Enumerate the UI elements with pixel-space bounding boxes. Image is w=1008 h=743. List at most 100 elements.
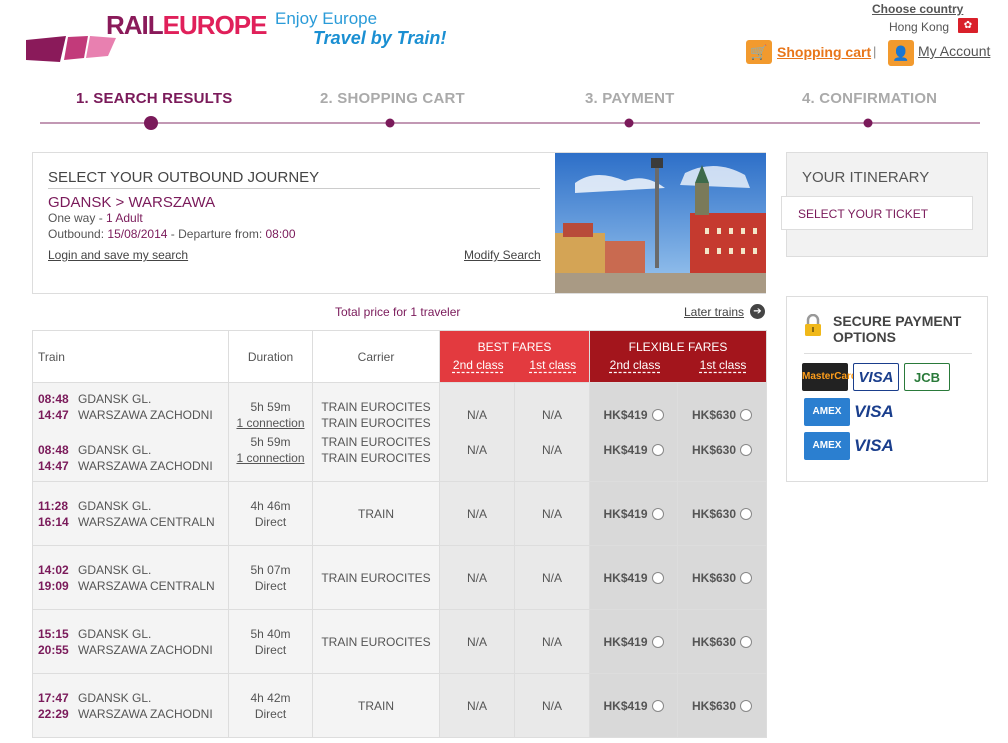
- shopping-cart-icon[interactable]: 🛒: [746, 40, 772, 64]
- carrier-cell: TRAIN EUROCITES: [312, 545, 440, 610]
- arr-station: WARSZAWA ZACHODNI: [78, 706, 213, 721]
- flex-2nd-cell: HK$419: [589, 545, 679, 610]
- choose-country-link[interactable]: Choose country: [872, 2, 963, 16]
- fare-price: HK$630: [692, 407, 737, 422]
- fare-radio[interactable]: [740, 636, 753, 649]
- arr-station: WARSZAWA CENTRALN: [78, 578, 215, 593]
- flex-1st-class: 1st class: [699, 358, 747, 372]
- carrier: TRAIN: [358, 698, 394, 713]
- step-shopping-cart: 2. SHOPPING CART: [320, 90, 465, 107]
- fare-price: HK$630: [692, 634, 737, 649]
- table-row[interactable]: 15:15 GDANSK GL. 20:55 WARSZAWA ZACHODNI 5…: [32, 609, 768, 674]
- fare-radio[interactable]: [740, 444, 753, 457]
- table-row[interactable]: 14:02 GDANSK GL. 19:09 WARSZAWA CENTRALN 5…: [32, 545, 768, 610]
- fare-radio[interactable]: [651, 508, 664, 521]
- hong-kong-flag-icon[interactable]: ✿: [958, 18, 978, 33]
- carrier: TRAIN EUROCITES: [321, 570, 431, 585]
- connections: Direct: [254, 514, 287, 529]
- fare-radio[interactable]: [740, 508, 753, 521]
- duration: 5h 59m: [250, 434, 291, 449]
- dep-station: GDANSK GL.: [78, 442, 152, 457]
- arrow-right-icon[interactable]: ➔: [750, 304, 765, 319]
- flex-1st-cell: HK$630: [677, 673, 768, 738]
- dep-station: GDANSK GL.: [78, 498, 152, 513]
- fare-price: HK$419: [603, 506, 648, 521]
- best-fares-title: BEST FARES: [477, 340, 552, 354]
- flex-1st-cell: HK$630: [677, 481, 768, 546]
- carrier-cell: TRAIN EUROCITES TRAIN EUROCITES TRAIN EU…: [312, 382, 440, 482]
- best-2nd-cell: N/A N/A: [439, 382, 515, 482]
- flex-1st-cell: HK$630: [677, 545, 768, 610]
- modify-search-link[interactable]: Modify Search: [464, 248, 541, 262]
- best-2nd-cell: N/A: [439, 481, 515, 546]
- fare-price: HK$419: [603, 407, 648, 422]
- arr-time: 16:14: [38, 514, 69, 529]
- passengers: 1 Adult: [106, 211, 143, 225]
- secure-title-line2: OPTIONS: [833, 329, 897, 345]
- tagline-enjoy: Enjoy Europe: [275, 9, 378, 28]
- itinerary-panel: YOUR ITINERARY SELECT YOUR TICKET: [781, 152, 988, 257]
- best-2nd-cell: N/A: [439, 545, 515, 610]
- carrier: TRAIN EUROCITES: [321, 634, 431, 649]
- col-flexible-fares: FLEXIBLE FARES 2nd class 1st class: [589, 330, 768, 383]
- fare-radio[interactable]: [651, 572, 664, 585]
- progress-bar: [40, 116, 980, 130]
- outbound-label: Outbound:: [48, 227, 108, 241]
- fare-radio[interactable]: [651, 636, 664, 649]
- col-train: Train: [32, 330, 229, 383]
- dep-station: GDANSK GL.: [78, 391, 152, 406]
- table-row[interactable]: 17:47 GDANSK GL. 22:29 WARSZAWA ZACHODNI 4…: [32, 673, 768, 738]
- shopping-cart-link[interactable]: Shopping cart: [777, 44, 871, 60]
- fare-price: HK$419: [603, 570, 648, 585]
- connection-link[interactable]: 1 connection: [229, 450, 312, 466]
- amex-icon: AMEX: [804, 432, 850, 460]
- raileurope-logo[interactable]: RAILEUROPE: [26, 10, 267, 62]
- account-icon[interactable]: 👤: [888, 40, 914, 66]
- outbound-journey-panel: SELECT YOUR OUTBOUND JOURNEY GDANSK > WA…: [32, 152, 766, 294]
- arr-station: WARSZAWA ZACHODNI: [78, 642, 213, 657]
- tagline-travel: Travel by Train!: [313, 28, 447, 48]
- carrier-cell: TRAIN: [312, 481, 440, 546]
- fare-radio[interactable]: [740, 572, 753, 585]
- fare-radio[interactable]: [651, 700, 664, 713]
- fare-radio[interactable]: [651, 444, 664, 457]
- progress-dot: [863, 118, 873, 128]
- itinerary-title: YOUR ITINERARY: [802, 169, 930, 186]
- my-account-link[interactable]: My Account: [918, 43, 990, 59]
- country-value: Hong Kong: [889, 20, 950, 34]
- duration: 4h 42m: [250, 690, 291, 705]
- arr-station: WARSZAWA CENTRALN: [78, 514, 215, 529]
- later-trains-link[interactable]: Later trains: [684, 305, 744, 319]
- dep-time: 11:28: [38, 498, 69, 513]
- fare-price: HK$630: [692, 506, 737, 521]
- fare-price: HK$630: [692, 570, 737, 585]
- arr-time: 14:47: [38, 458, 69, 473]
- table-row[interactable]: 11:28 GDANSK GL. 16:14 WARSZAWA CENTRALN 4…: [32, 481, 768, 546]
- best-1st-cell: N/A N/A: [513, 382, 591, 482]
- jcb-icon: JCB: [904, 363, 950, 391]
- duration-cell: 5h 07m Direct: [228, 545, 313, 610]
- connection-link[interactable]: 1 connection: [229, 415, 312, 431]
- col-carrier: Carrier: [312, 330, 440, 383]
- step-search-results: 1. SEARCH RESULTS: [76, 90, 233, 107]
- connections: Direct: [254, 706, 287, 721]
- fare-radio[interactable]: [740, 409, 753, 422]
- carrier: TRAIN: [358, 506, 394, 521]
- table-row[interactable]: 08:48 GDANSK GL. 14:47 WARSZAWA ZACHODNI 0…: [32, 382, 768, 482]
- carrier: TRAIN EUROCITES: [321, 434, 431, 449]
- fare-radio[interactable]: [651, 409, 664, 422]
- best-2nd-class: 2nd class: [452, 358, 504, 372]
- duration-cell: 5h 40m Direct: [228, 609, 313, 674]
- dep-station: GDANSK GL.: [78, 626, 152, 641]
- dep-time: 08:48: [38, 391, 69, 406]
- duration: 5h 07m: [250, 562, 291, 577]
- login-save-search-link[interactable]: Login and save my search: [48, 248, 188, 262]
- best-1st-cell: N/A: [513, 673, 591, 738]
- connections: Direct: [254, 642, 287, 657]
- best-1st-cell: N/A: [513, 609, 591, 674]
- arr-time: 19:09: [38, 578, 69, 593]
- step-confirmation: 4. CONFIRMATION: [802, 90, 938, 107]
- duration: 5h 59m: [250, 399, 291, 414]
- logo-mark-icon: [26, 36, 116, 62]
- fare-radio[interactable]: [740, 700, 753, 713]
